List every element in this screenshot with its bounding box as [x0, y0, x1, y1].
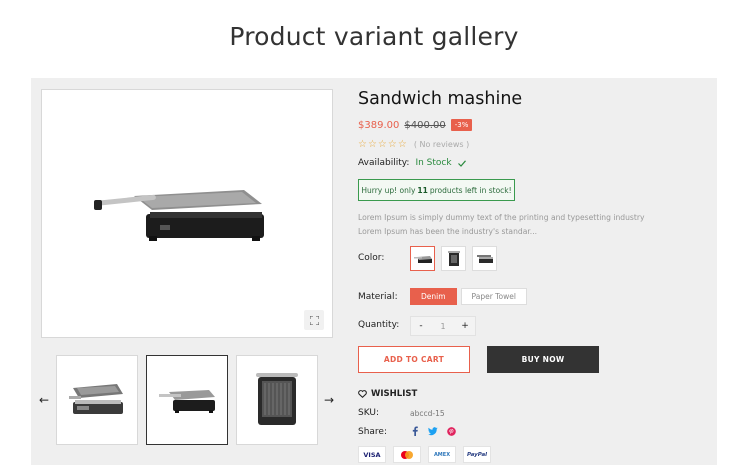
swatch-image — [447, 250, 460, 266]
availability-label: Availability: — [358, 158, 410, 168]
quantity-label: Quantity: — [358, 320, 400, 330]
zoom-button[interactable] — [304, 310, 324, 330]
thumbnail-3[interactable] — [236, 355, 318, 445]
swatch-image — [476, 254, 493, 263]
stock-alert-suffix: products left in stock! — [429, 185, 512, 195]
visa-icon: VISA — [358, 446, 386, 463]
check-icon — [457, 159, 466, 167]
discount-badge: -3% — [450, 119, 473, 131]
material-option-denim[interactable]: Denim — [410, 288, 457, 305]
rating-row: ☆☆☆☆☆ ( No reviews ) — [358, 139, 469, 150]
material-label: Material: — [358, 292, 398, 302]
pinterest-icon[interactable] — [447, 426, 456, 436]
stock-alert-prefix: Hurry up! only — [361, 185, 416, 195]
reviews-count[interactable]: ( No reviews ) — [414, 140, 469, 149]
original-price: $400.00 — [404, 119, 446, 131]
sku-value: abccd-15 — [410, 409, 445, 418]
product-name: Sandwich mashine — [358, 89, 523, 109]
material-option-paper-towel[interactable]: Paper Towel — [460, 288, 527, 305]
mastercard-logo — [401, 450, 413, 459]
thumbnail-image — [159, 390, 215, 413]
twitter-icon[interactable] — [428, 426, 438, 436]
thumbnail-1[interactable] — [56, 355, 138, 445]
stock-alert: Hurry up! only 11 products left in stock… — [358, 179, 515, 201]
page-title: Product variant gallery — [229, 22, 519, 51]
color-label: Color: — [358, 253, 385, 263]
thumbnail-2[interactable] — [146, 355, 228, 445]
quantity-value[interactable]: 1 — [431, 322, 455, 331]
amex-label: AMEX — [433, 451, 451, 458]
quantity-stepper: - 1 + — [410, 316, 476, 336]
add-to-cart-button[interactable]: ADD TO CART — [358, 346, 470, 373]
sandwich-machine-image — [94, 190, 264, 241]
amex-icon: AMEX — [428, 446, 456, 463]
thumbnail-image — [69, 384, 123, 414]
stock-count: 11 — [417, 185, 428, 195]
expand-icon — [309, 315, 319, 325]
quantity-increase-button[interactable]: + — [455, 321, 475, 331]
main-product-image[interactable] — [41, 89, 333, 338]
paypal-icon: PayPal — [463, 446, 491, 463]
heart-icon — [358, 390, 367, 398]
gallery-prev-arrow[interactable]: ← — [37, 393, 51, 407]
mastercard-icon — [393, 446, 421, 463]
share-icons — [411, 426, 456, 436]
wishlist-link[interactable]: WISHLIST — [358, 389, 417, 399]
product-description: Lorem Ipsum is simply dummy text of the … — [358, 213, 645, 236]
sku-label: SKU: — [358, 408, 379, 418]
payment-methods: VISA AMEX PayPal — [358, 446, 491, 463]
visa-label: VISA — [363, 450, 381, 459]
color-swatch-1[interactable] — [410, 246, 435, 271]
paypal-label: PayPal — [466, 451, 488, 458]
color-swatch-3[interactable] — [472, 246, 497, 271]
price-row: $389.00 $400.00 -3% — [358, 119, 473, 131]
facebook-icon[interactable] — [411, 426, 419, 436]
availability-row: Availability: In Stock — [358, 158, 466, 168]
wishlist-label: WISHLIST — [371, 389, 418, 399]
buy-now-button[interactable]: BUY NOW — [487, 346, 599, 373]
quantity-decrease-button[interactable]: - — [411, 321, 431, 331]
star-rating: ☆☆☆☆☆ — [358, 139, 408, 150]
color-swatches — [410, 246, 497, 271]
color-swatch-2[interactable] — [441, 246, 466, 271]
share-label: Share: — [358, 427, 388, 437]
gallery-next-arrow[interactable]: → — [322, 393, 336, 407]
thumbnail-image — [256, 373, 298, 425]
sale-price: $389.00 — [358, 119, 400, 131]
material-options: Denim Paper Towel — [410, 288, 527, 305]
availability-value: In Stock — [415, 158, 452, 168]
swatch-image — [413, 255, 432, 263]
